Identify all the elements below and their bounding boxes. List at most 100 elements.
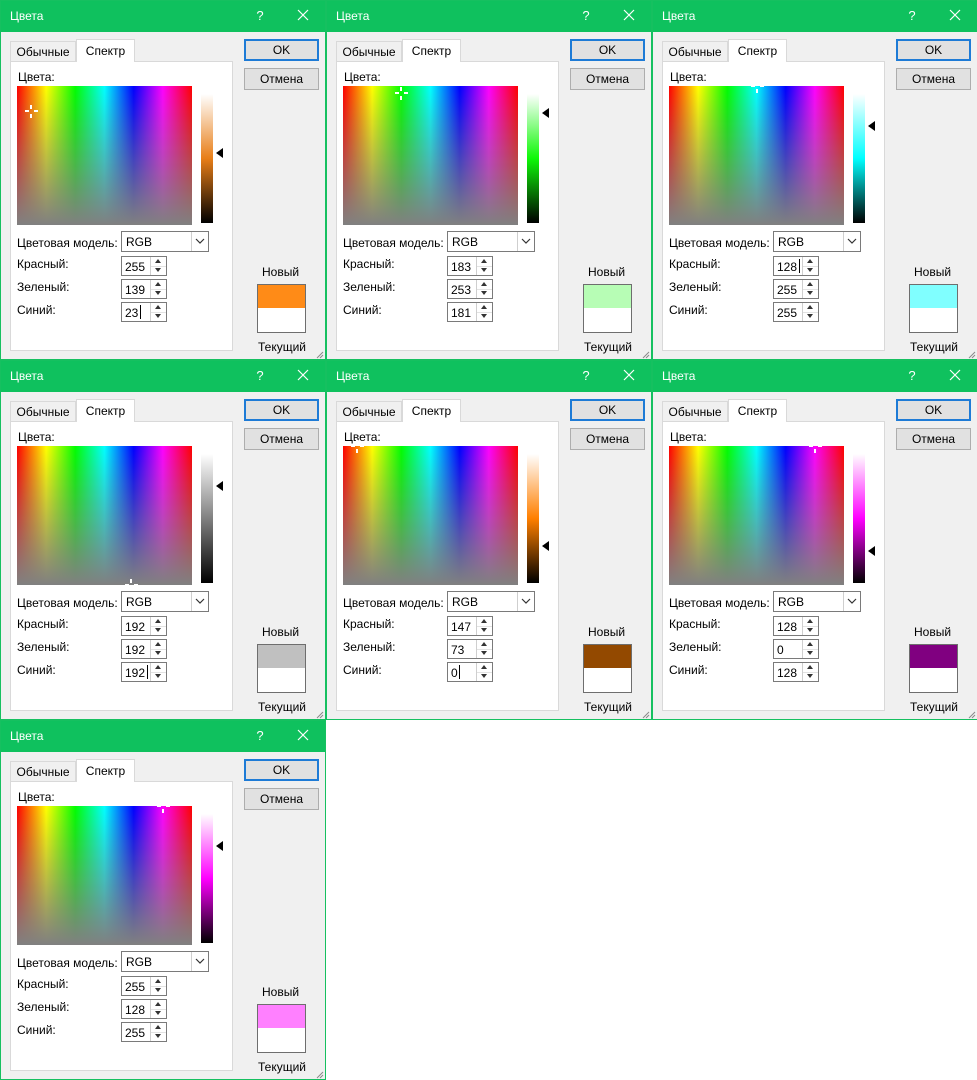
tab-custom[interactable]: Спектр <box>402 39 461 62</box>
title-bar[interactable]: Цвета? <box>327 1 651 32</box>
green-spinner[interactable] <box>802 640 818 658</box>
luminosity-arrow-icon[interactable] <box>542 108 549 118</box>
cancel-button[interactable]: Отмена <box>896 68 971 90</box>
luminosity-arrow-icon[interactable] <box>542 541 549 551</box>
red-field[interactable]: 255 <box>121 976 167 996</box>
close-icon[interactable] <box>295 366 311 384</box>
cancel-button[interactable]: Отмена <box>570 428 645 450</box>
color-spectrum[interactable] <box>17 86 192 225</box>
luminosity-arrow-icon[interactable] <box>216 481 223 491</box>
spin-down-icon[interactable] <box>151 312 166 321</box>
green-field[interactable]: 73 <box>447 639 493 659</box>
luminosity-slider[interactable] <box>201 454 213 583</box>
spin-down-icon[interactable] <box>151 1009 166 1018</box>
red-spinner[interactable] <box>150 257 166 275</box>
tab-standard[interactable]: Обычные <box>336 401 402 421</box>
resize-grip-icon[interactable] <box>640 348 650 359</box>
color-model-select[interactable]: RGB <box>773 231 861 252</box>
color-model-select[interactable]: RGB <box>447 591 535 612</box>
close-icon[interactable] <box>621 366 637 384</box>
cancel-button[interactable]: Отмена <box>244 788 319 810</box>
ok-button[interactable]: OK <box>896 399 971 421</box>
red-spinner[interactable] <box>802 617 818 635</box>
blue-spinner[interactable] <box>150 1023 166 1041</box>
blue-field[interactable]: 23 <box>121 302 167 322</box>
color-spectrum[interactable] <box>343 446 518 585</box>
help-icon[interactable]: ? <box>579 8 593 23</box>
resize-grip-icon[interactable] <box>314 708 324 719</box>
red-spinner[interactable] <box>150 617 166 635</box>
ok-button[interactable]: OK <box>570 399 645 421</box>
help-icon[interactable]: ? <box>905 368 919 383</box>
close-icon[interactable] <box>947 366 963 384</box>
green-field[interactable]: 253 <box>447 279 493 299</box>
close-icon[interactable] <box>295 6 311 24</box>
luminosity-arrow-icon[interactable] <box>868 546 875 556</box>
green-spinner[interactable] <box>150 640 166 658</box>
blue-spinner[interactable] <box>476 663 492 681</box>
ok-button[interactable]: OK <box>570 39 645 61</box>
color-spectrum[interactable] <box>669 86 844 225</box>
blue-spinner[interactable] <box>476 303 492 321</box>
green-field[interactable]: 128 <box>121 999 167 1019</box>
red-field[interactable]: 128 <box>773 256 819 276</box>
spin-down-icon[interactable] <box>151 266 166 275</box>
tab-custom[interactable]: Спектр <box>728 39 787 62</box>
close-icon[interactable] <box>295 726 311 744</box>
resize-grip-icon[interactable] <box>314 348 324 359</box>
spin-down-icon[interactable] <box>803 312 818 321</box>
spin-down-icon[interactable] <box>803 649 818 658</box>
chevron-down-icon[interactable] <box>843 592 860 611</box>
luminosity-slider[interactable] <box>527 454 539 583</box>
luminosity-slider[interactable] <box>853 454 865 583</box>
ok-button[interactable]: OK <box>896 39 971 61</box>
spin-down-icon[interactable] <box>151 626 166 635</box>
spin-down-icon[interactable] <box>151 1032 166 1041</box>
spin-down-icon[interactable] <box>477 672 492 681</box>
tab-standard[interactable]: Обычные <box>336 41 402 61</box>
tab-custom[interactable]: Спектр <box>76 759 135 782</box>
blue-spinner[interactable] <box>150 663 166 681</box>
blue-field[interactable]: 0 <box>447 662 493 682</box>
chevron-down-icon[interactable] <box>191 232 208 251</box>
green-field[interactable]: 255 <box>773 279 819 299</box>
red-spinner[interactable] <box>802 257 818 275</box>
spin-down-icon[interactable] <box>477 649 492 658</box>
luminosity-arrow-icon[interactable] <box>216 148 223 158</box>
tab-standard[interactable]: Обычные <box>10 401 76 421</box>
chevron-down-icon[interactable] <box>843 232 860 251</box>
spin-down-icon[interactable] <box>151 672 166 681</box>
color-model-select[interactable]: RGB <box>773 591 861 612</box>
tab-standard[interactable]: Обычные <box>10 41 76 61</box>
green-spinner[interactable] <box>150 280 166 298</box>
red-spinner[interactable] <box>150 977 166 995</box>
luminosity-slider[interactable] <box>201 814 213 943</box>
help-icon[interactable]: ? <box>905 8 919 23</box>
red-field[interactable]: 255 <box>121 256 167 276</box>
blue-field[interactable]: 255 <box>773 302 819 322</box>
color-model-select[interactable]: RGB <box>121 231 209 252</box>
ok-button[interactable]: OK <box>244 39 319 61</box>
green-spinner[interactable] <box>150 1000 166 1018</box>
luminosity-slider[interactable] <box>527 94 539 223</box>
tab-standard[interactable]: Обычные <box>662 41 728 61</box>
tab-custom[interactable]: Спектр <box>76 399 135 422</box>
chevron-down-icon[interactable] <box>191 592 208 611</box>
green-spinner[interactable] <box>476 640 492 658</box>
blue-field[interactable]: 181 <box>447 302 493 322</box>
resize-grip-icon[interactable] <box>640 708 650 719</box>
spin-down-icon[interactable] <box>477 626 492 635</box>
resize-grip-icon[interactable] <box>966 348 976 359</box>
red-field[interactable]: 147 <box>447 616 493 636</box>
color-model-select[interactable]: RGB <box>447 231 535 252</box>
color-model-select[interactable]: RGB <box>121 591 209 612</box>
chevron-down-icon[interactable] <box>191 952 208 971</box>
help-icon[interactable]: ? <box>579 368 593 383</box>
red-field[interactable]: 183 <box>447 256 493 276</box>
spin-down-icon[interactable] <box>477 289 492 298</box>
green-spinner[interactable] <box>802 280 818 298</box>
tab-standard[interactable]: Обычные <box>10 761 76 781</box>
spin-down-icon[interactable] <box>803 672 818 681</box>
green-spinner[interactable] <box>476 280 492 298</box>
tab-custom[interactable]: Спектр <box>728 399 787 422</box>
